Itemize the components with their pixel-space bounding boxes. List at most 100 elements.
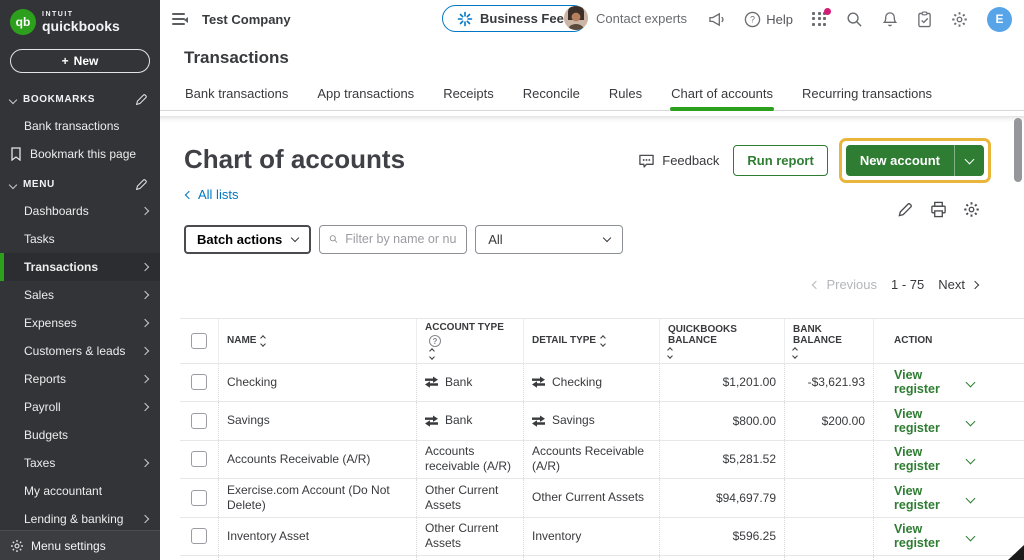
row-action-dropdown[interactable]: [967, 452, 974, 466]
tab-rules[interactable]: Rules: [608, 80, 643, 110]
chevron-right-icon: [141, 375, 149, 383]
tab-bank-transactions[interactable]: Bank transactions: [184, 80, 289, 110]
bank-feed-icon: [532, 376, 545, 388]
header-label: NAME: [227, 335, 256, 346]
help-menu[interactable]: ? Help: [744, 11, 793, 28]
header-actions: Feedback Run report New account: [638, 145, 984, 176]
menu-section-header[interactable]: MENU: [0, 168, 160, 197]
main-area: Test Company Business Feed Contact exper…: [160, 0, 1024, 560]
notifications-bell-icon[interactable]: [882, 11, 898, 28]
table-row: Exercise.com Account (Do Not Delete) Oth…: [180, 479, 1024, 518]
header-quickbooks-balance[interactable]: QUICKBOOKS BALANCE: [659, 319, 784, 363]
view-register-link[interactable]: View register: [894, 407, 967, 435]
run-report-button[interactable]: Run report: [733, 145, 827, 176]
sidebar-item-sales[interactable]: Sales: [0, 281, 160, 309]
sidebar-item-dashboards[interactable]: Dashboards: [0, 197, 160, 225]
edit-pencil-icon[interactable]: [135, 178, 148, 191]
settings-gear-icon[interactable]: [951, 11, 968, 28]
gear-icon: [10, 539, 24, 553]
bookmarks-section-header[interactable]: BOOKMARKS: [0, 83, 160, 112]
row-action-dropdown[interactable]: [967, 529, 974, 543]
cell-quickbooks-balance: $1,201.00: [723, 375, 776, 389]
contact-experts[interactable]: Contact experts: [564, 6, 687, 30]
tab-reconcile[interactable]: Reconcile: [522, 80, 581, 110]
tab-recurring-transactions[interactable]: Recurring transactions: [801, 80, 933, 110]
cell-name: Exercise.com Account (Do Not Delete): [227, 483, 408, 513]
select-all-checkbox[interactable]: [191, 333, 207, 349]
chevron-right-icon: [141, 207, 149, 215]
table-tools: [897, 201, 980, 218]
filter-search: [319, 225, 467, 254]
sidebar-item-tasks[interactable]: Tasks: [0, 225, 160, 253]
view-register-link[interactable]: View register: [894, 484, 967, 512]
chevron-down-icon: [965, 154, 975, 164]
header-name[interactable]: NAME: [218, 319, 416, 363]
row-checkbox[interactable]: [191, 451, 207, 467]
announcements-icon[interactable]: [708, 12, 725, 27]
sidebar-item-expenses[interactable]: Expenses: [0, 309, 160, 337]
all-lists-label: All lists: [198, 187, 238, 202]
sidebar-item-label: Lending & banking: [24, 512, 142, 526]
business-feed-label: Business Feed: [480, 11, 572, 26]
row-checkbox[interactable]: [191, 374, 207, 390]
type-filter-dropdown[interactable]: All: [475, 225, 623, 254]
bookmark-this-page[interactable]: Bookmark this page: [0, 140, 160, 168]
sidebar-item-transactions[interactable]: Transactions: [0, 253, 160, 281]
view-register-link[interactable]: View register: [894, 522, 967, 550]
row-checkbox[interactable]: [191, 528, 207, 544]
filter-input[interactable]: [345, 232, 457, 246]
edit-pencil-icon[interactable]: [135, 93, 148, 106]
sidebar-item-budgets[interactable]: Budgets: [0, 421, 160, 449]
sidebar-item-label: Bookmark this page: [30, 147, 148, 161]
chevron-down-icon: [9, 180, 17, 188]
menu-label: MENU: [23, 179, 128, 190]
tab-app-transactions[interactable]: App transactions: [316, 80, 415, 110]
batch-actions-button[interactable]: Batch actions: [184, 225, 311, 254]
new-account-dropdown[interactable]: [954, 145, 984, 176]
sidebar-item-customers-leads[interactable]: Customers & leads: [0, 337, 160, 365]
row-checkbox[interactable]: [191, 413, 207, 429]
sidebar-item-label: Expenses: [24, 316, 142, 330]
view-register-link[interactable]: View register: [894, 445, 967, 473]
new-button[interactable]: + New: [10, 49, 150, 73]
table-settings-gear-icon[interactable]: [963, 201, 980, 218]
company-name: Test Company: [202, 12, 291, 27]
sidebar-nav: BOOKMARKS Bank transactions Bookmark thi…: [0, 83, 160, 530]
edit-pencil-icon[interactable]: [897, 201, 914, 218]
tab-receipts[interactable]: Receipts: [442, 80, 495, 110]
all-lists-link[interactable]: All lists: [186, 187, 238, 202]
new-account-button[interactable]: New account: [846, 145, 954, 176]
row-action-dropdown[interactable]: [967, 491, 974, 505]
header-detail-type[interactable]: DETAIL TYPE: [523, 319, 659, 363]
apps-menu-icon[interactable]: [812, 12, 827, 27]
menu-settings[interactable]: Menu settings: [0, 530, 160, 560]
sidebar-item-lending-banking[interactable]: Lending & banking: [0, 505, 160, 530]
vertical-scrollbar[interactable]: [1014, 118, 1022, 182]
sidebar-item-label: Taxes: [24, 456, 142, 470]
tab-chart-of-accounts[interactable]: Chart of accounts: [670, 80, 774, 110]
feedback-button[interactable]: Feedback: [638, 153, 719, 169]
sidebar-item-taxes[interactable]: Taxes: [0, 449, 160, 477]
quickbooks-logo[interactable]: qb INTUIT quickbooks: [0, 0, 160, 41]
user-avatar[interactable]: E: [987, 7, 1012, 32]
row-action-dropdown[interactable]: [967, 375, 974, 389]
toolbar-row: Batch actions All: [160, 225, 1024, 254]
help-tooltip-icon[interactable]: ?: [429, 335, 441, 347]
sidebar-item-reports[interactable]: Reports: [0, 365, 160, 393]
collapse-sidebar-icon[interactable]: [172, 13, 188, 25]
tasks-clipboard-icon[interactable]: [917, 11, 932, 28]
header-account-type[interactable]: ACCOUNT TYPE ?: [416, 319, 523, 363]
header-bank-balance[interactable]: BANK BALANCE: [784, 319, 873, 363]
sidebar-item-bank-transactions[interactable]: Bank transactions: [0, 112, 160, 140]
print-icon[interactable]: [930, 201, 947, 218]
bank-feed-icon: [425, 376, 438, 388]
search-icon[interactable]: [846, 11, 863, 28]
sidebar-item-my-accountant[interactable]: My accountant: [0, 477, 160, 505]
row-action-dropdown[interactable]: [967, 414, 974, 428]
previous-page-button[interactable]: Previous: [813, 277, 877, 292]
view-register-link[interactable]: View register: [894, 368, 967, 396]
row-checkbox[interactable]: [191, 490, 207, 506]
sidebar-item-payroll[interactable]: Payroll: [0, 393, 160, 421]
chevron-down-icon: [966, 532, 976, 542]
next-page-button[interactable]: Next: [938, 277, 978, 292]
